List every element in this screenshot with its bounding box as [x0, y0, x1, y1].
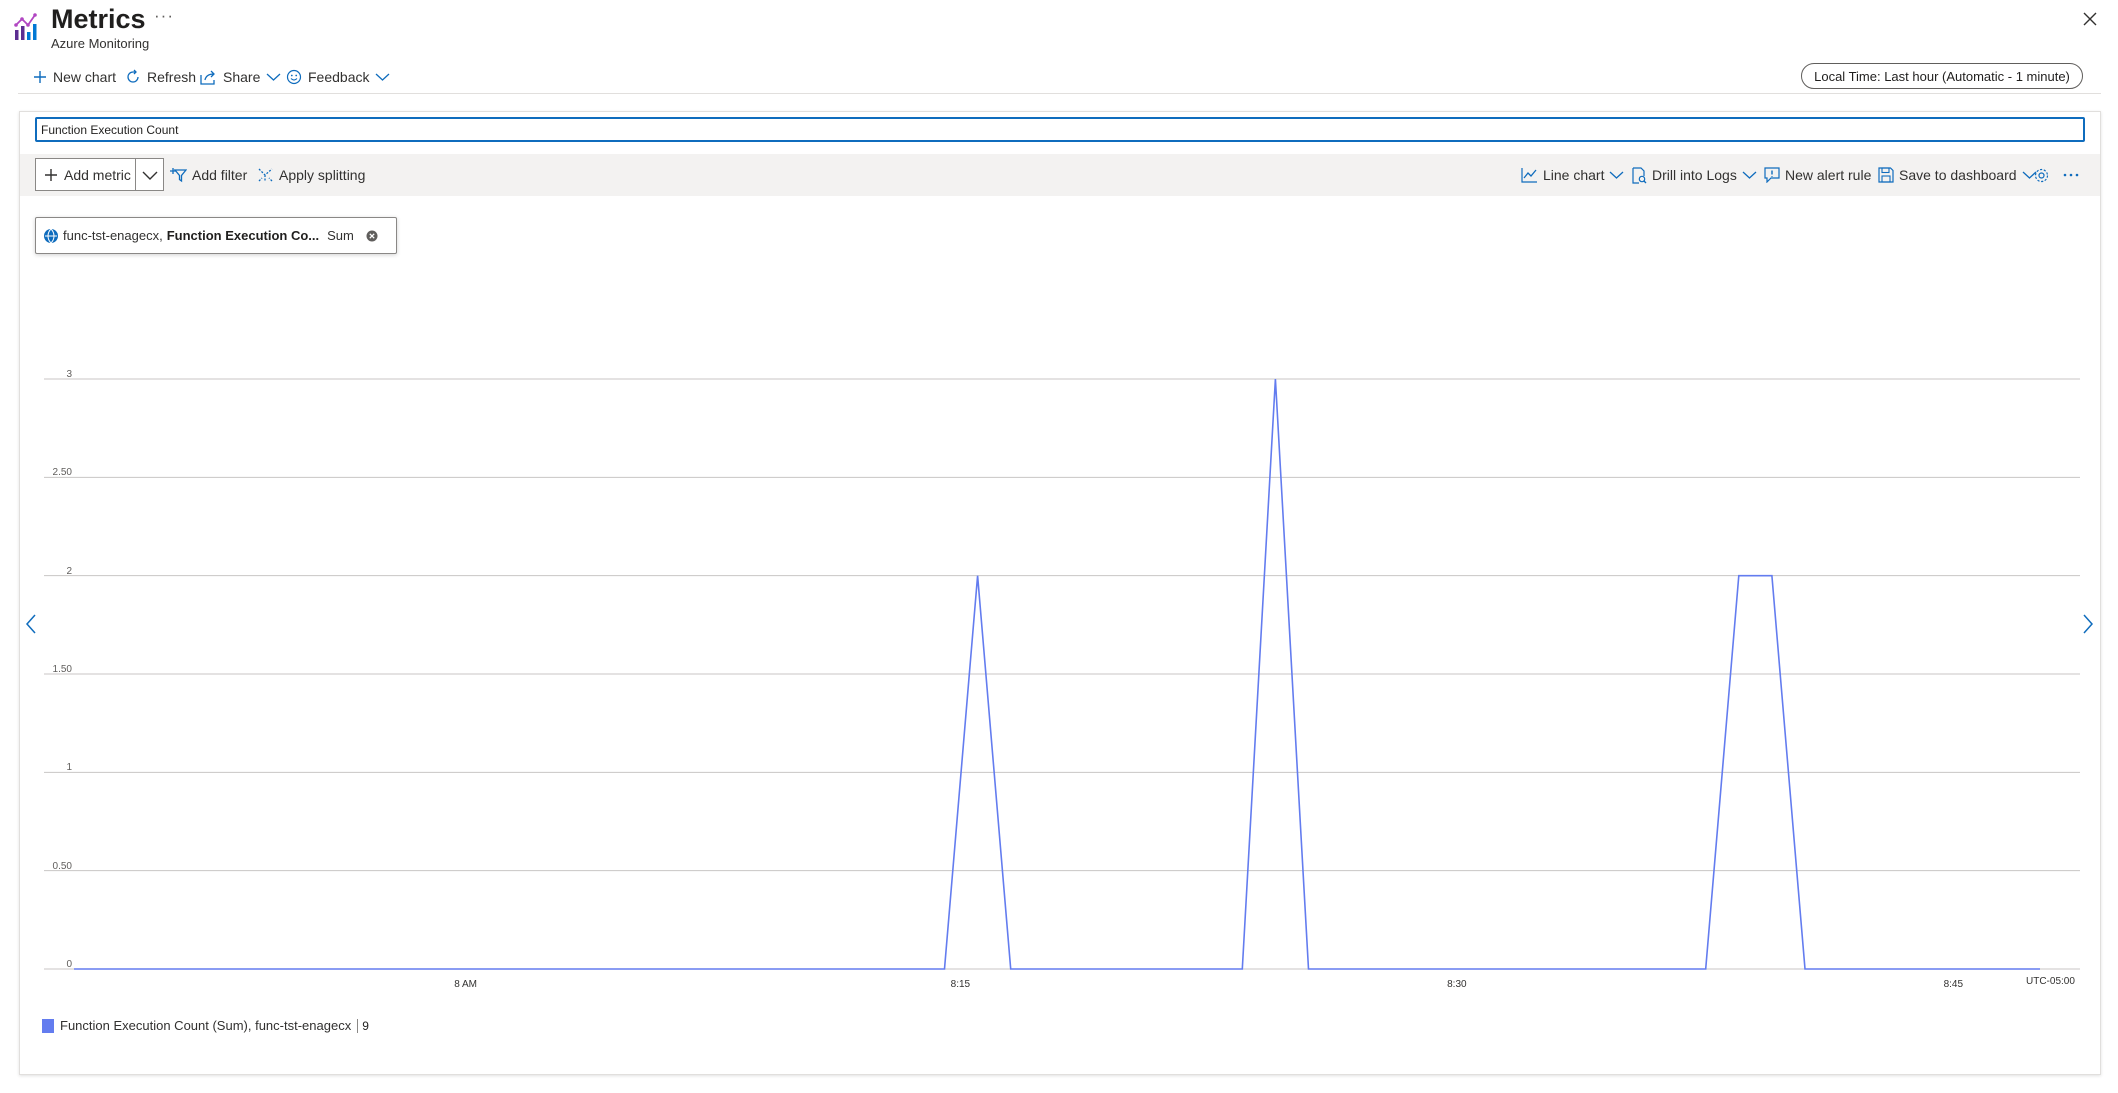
metric-pill[interactable]: func-tst-enagecx, Function Execution Co.…	[35, 217, 397, 254]
new-chart-button[interactable]: New chart	[33, 64, 116, 90]
metric-pill-resource: func-tst-enagecx,	[63, 228, 163, 243]
y-tick-label: 1	[66, 762, 72, 774]
line-chart-button[interactable]: Line chart	[1521, 162, 1624, 188]
add-metric-button[interactable]: Add metric	[35, 158, 136, 191]
x-tick-label: 8 AM	[454, 979, 477, 990]
share-label: Share	[223, 69, 261, 85]
alert-icon	[1764, 167, 1780, 183]
y-tick-label: 0.50	[52, 860, 72, 872]
page-subtitle: Azure Monitoring	[51, 36, 150, 51]
blade-header	[0, 0, 2118, 60]
settings-icon[interactable]	[2033, 162, 2050, 188]
line-chart-icon	[1521, 167, 1538, 183]
save-to-dashboard-label: Save to dashboard	[1899, 167, 2017, 183]
chevron-down-icon	[266, 72, 281, 82]
drill-into-logs-label: Drill into Logs	[1652, 167, 1737, 183]
y-tick-label: 2	[66, 565, 72, 577]
logs-icon	[1631, 166, 1647, 184]
x-tick-label: 8:45	[1943, 979, 1964, 990]
add-metric-label: Add metric	[64, 166, 131, 183]
x-tick-label: 8:30	[1447, 979, 1467, 990]
legend-label: Function Execution Count (Sum), func-tst…	[60, 1018, 352, 1033]
share-icon	[200, 70, 217, 85]
metric-pill-metric: Function Execution Co...	[166, 228, 320, 243]
new-alert-rule-button[interactable]: New alert rule	[1764, 162, 1871, 188]
more-options-icon[interactable]: ···	[154, 6, 174, 26]
chevron-down-icon	[142, 170, 158, 180]
filter-icon	[170, 167, 187, 183]
metrics-logo-icon	[14, 10, 40, 42]
refresh-icon	[125, 69, 141, 85]
save-icon	[1878, 167, 1894, 183]
y-tick-label: 3	[66, 369, 72, 380]
smiley-icon	[286, 69, 302, 85]
chart-legend[interactable]: Function Execution Count (Sum), func-tst…	[42, 1018, 369, 1033]
timezone-label: UTC-05:00	[2026, 976, 2075, 987]
line-chart-plot	[44, 378, 2080, 970]
chevron-right-icon[interactable]	[2082, 614, 2094, 634]
y-tick-label: 1.50	[52, 664, 72, 675]
line-chart-label: Line chart	[1543, 167, 1605, 183]
add-filter-button[interactable]: Add filter	[170, 162, 247, 188]
refresh-label: Refresh	[147, 69, 197, 85]
share-button[interactable]: Share	[200, 64, 281, 90]
add-metric-dropdown[interactable]	[135, 158, 164, 191]
save-to-dashboard-button[interactable]: Save to dashboard	[1878, 162, 2037, 188]
chevron-down-icon	[1742, 170, 1757, 180]
close-icon[interactable]	[2080, 9, 2100, 29]
feedback-label: Feedback	[308, 69, 370, 85]
plus-icon	[44, 168, 58, 182]
y-tick-label: 2.50	[52, 467, 72, 479]
new-alert-rule-label: New alert rule	[1785, 167, 1872, 183]
new-chart-label: New chart	[53, 69, 117, 85]
plus-icon	[33, 70, 47, 84]
feedback-button[interactable]: Feedback	[286, 64, 390, 90]
toolbar-divider	[18, 93, 2101, 94]
page-title: Metrics	[51, 4, 146, 34]
y-tick-label: 0	[66, 959, 72, 970]
splitting-icon	[257, 167, 274, 183]
apply-splitting-label: Apply splitting	[279, 167, 366, 183]
x-tick-label: 8:15	[950, 979, 971, 990]
add-filter-label: Add filter	[192, 167, 248, 183]
chevron-left-icon[interactable]	[25, 614, 37, 634]
legend-value: 9	[357, 1018, 369, 1033]
refresh-button[interactable]: Refresh	[125, 64, 196, 90]
metric-pill-aggregation: Sum	[327, 228, 354, 243]
resource-icon	[43, 228, 59, 244]
apply-splitting-button[interactable]: Apply splitting	[257, 162, 365, 188]
more-options-icon[interactable]	[2062, 162, 2080, 188]
time-range-button[interactable]: Local Time: Last hour (Automatic - 1 min…	[1801, 63, 2083, 89]
drill-into-logs-button[interactable]: Drill into Logs	[1631, 162, 1757, 188]
legend-swatch	[42, 1018, 54, 1033]
remove-metric-icon[interactable]	[366, 230, 378, 242]
chart-title-input[interactable]	[35, 117, 2085, 142]
chevron-down-icon	[375, 72, 390, 82]
chevron-down-icon	[1609, 170, 1624, 180]
